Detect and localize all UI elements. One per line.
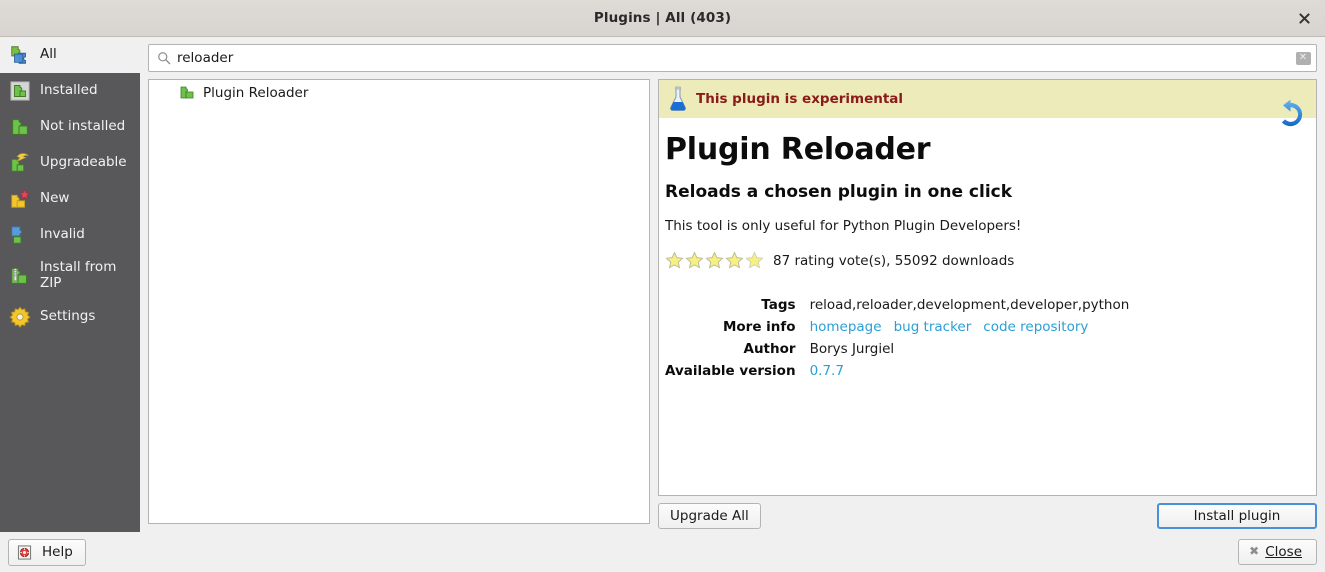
experimental-text: This plugin is experimental bbox=[696, 90, 904, 107]
puzzle-all-icon bbox=[11, 46, 26, 64]
star-icon bbox=[705, 251, 724, 269]
sidebar-item-label: Settings bbox=[40, 307, 96, 324]
star-icon bbox=[745, 251, 764, 269]
sidebar: All Installed Not installed Upgradeable … bbox=[0, 37, 140, 532]
sidebar-item-label: Invalid bbox=[40, 226, 85, 243]
plugins-dialog: Plugins | All (403) All Installed Not in… bbox=[0, 0, 1325, 572]
close-x-icon: ✖ bbox=[1249, 544, 1260, 559]
reload-icon[interactable] bbox=[1275, 99, 1306, 130]
flask-icon bbox=[670, 86, 686, 111]
table-row: Author Borys Jurgiel bbox=[665, 338, 1129, 360]
rating-text: 87 rating vote(s), 55092 downloads bbox=[773, 252, 1015, 269]
plugin-title: Plugin Reloader bbox=[665, 132, 931, 167]
upgrade-all-button[interactable]: Upgrade All bbox=[658, 502, 761, 530]
search-icon bbox=[158, 52, 171, 65]
sidebar-item-label: All bbox=[40, 46, 57, 63]
table-row: Available version 0.7.7 bbox=[665, 360, 1129, 382]
meta-value-author: Borys Jurgiel bbox=[809, 341, 895, 357]
meta-key-tags: Tags bbox=[761, 297, 796, 313]
search-clear-button[interactable]: ✕ bbox=[1290, 45, 1316, 71]
main-area: ✕ Plugin Reloader bbox=[140, 37, 1325, 532]
close-button[interactable]: ✖ Close bbox=[1238, 538, 1317, 566]
sidebar-item-installed[interactable]: Installed bbox=[0, 73, 140, 109]
gear-icon bbox=[9, 306, 31, 328]
sidebar-item-invalid[interactable]: Invalid bbox=[0, 217, 140, 253]
bottom-left: Help bbox=[0, 538, 148, 566]
dialog-body: All Installed Not installed Upgradeable … bbox=[0, 37, 1325, 532]
puzzle-installed-icon bbox=[10, 81, 30, 101]
search-row: ✕ bbox=[148, 44, 1317, 72]
help-button-label: Help bbox=[42, 543, 73, 560]
help-button[interactable]: Help bbox=[8, 538, 86, 566]
detail-content: Plugin Reloader Reloads a chosen plugin … bbox=[659, 118, 1316, 382]
homepage-link[interactable]: homepage bbox=[810, 319, 882, 335]
plugin-list[interactable]: Plugin Reloader bbox=[148, 79, 650, 524]
detail-button-row: Upgrade All Install plugin bbox=[658, 496, 1317, 532]
puzzle-new-icon bbox=[11, 189, 30, 208]
search-input[interactable] bbox=[177, 45, 1290, 71]
detail-column: This plugin is experimental Plugin Reloa… bbox=[658, 79, 1317, 532]
sidebar-item-install-from-zip[interactable]: Install from ZIP bbox=[0, 253, 140, 299]
plugin-description: This tool is only useful for Python Plug… bbox=[665, 218, 1022, 234]
meta-key-more-info: More info bbox=[722, 319, 796, 335]
table-row: Tags reload,reloader,development,develop… bbox=[665, 294, 1129, 316]
sidebar-item-label: Upgradeable bbox=[40, 154, 127, 171]
star-icon bbox=[725, 251, 744, 269]
puzzle-green-icon bbox=[180, 86, 194, 99]
search-field[interactable]: ✕ bbox=[148, 44, 1317, 72]
sidebar-item-label: Not installed bbox=[40, 118, 126, 135]
meta-value-tags: reload,reloader,development,developer,py… bbox=[809, 297, 1130, 313]
bottom-right: ✖ Close bbox=[148, 538, 1317, 566]
bottom-bar: Help ✖ Close bbox=[0, 532, 1325, 572]
sidebar-item-new[interactable]: New bbox=[0, 181, 140, 217]
list-item-label: Plugin Reloader bbox=[203, 85, 309, 101]
help-icon bbox=[17, 544, 32, 560]
bug-tracker-link[interactable]: bug tracker bbox=[894, 319, 972, 335]
sidebar-item-upgradeable[interactable]: Upgradeable bbox=[0, 145, 140, 181]
meta-key-author: Author bbox=[743, 341, 796, 357]
table-row: More info homepage bug tracker code reposi… bbox=[665, 316, 1129, 338]
close-icon bbox=[1298, 12, 1310, 24]
content-split: Plugin Reloader This plugin is experimen bbox=[148, 79, 1317, 532]
window-close-button[interactable] bbox=[1289, 4, 1319, 32]
star-icon bbox=[685, 251, 704, 269]
sidebar-item-label: Installed bbox=[40, 82, 98, 99]
puzzle-not-installed-icon bbox=[12, 119, 28, 135]
code-repository-link[interactable]: code repository bbox=[983, 319, 1088, 335]
puzzle-zip-icon bbox=[11, 268, 27, 284]
meta-key-available-version: Available version bbox=[665, 363, 796, 379]
sidebar-item-label: Install from ZIP bbox=[40, 259, 117, 291]
star-rating[interactable] bbox=[665, 251, 764, 270]
available-version-link[interactable]: 0.7.7 bbox=[810, 363, 844, 379]
install-plugin-button[interactable]: Install plugin bbox=[1157, 502, 1317, 530]
sidebar-item-settings[interactable]: Settings bbox=[0, 299, 140, 335]
star-icon bbox=[665, 251, 684, 269]
sidebar-item-not-installed[interactable]: Not installed bbox=[0, 109, 140, 145]
list-item[interactable]: Plugin Reloader bbox=[149, 80, 649, 106]
rating-row: 87 rating vote(s), 55092 downloads bbox=[665, 251, 1304, 270]
puzzle-upgradeable-icon bbox=[11, 153, 29, 172]
meta-value-more-info: homepage bug tracker code repository bbox=[810, 316, 1130, 338]
sidebar-item-label: New bbox=[40, 190, 70, 207]
plugin-detail-panel: This plugin is experimental Plugin Reloa… bbox=[658, 79, 1317, 496]
plugin-metadata-table: Tags reload,reloader,development,develop… bbox=[665, 294, 1129, 382]
plugin-about: Reloads a chosen plugin in one click bbox=[665, 182, 1013, 202]
meta-value-available-version: 0.7.7 bbox=[810, 360, 1130, 382]
clear-icon: ✕ bbox=[1295, 51, 1311, 65]
experimental-banner: This plugin is experimental bbox=[659, 80, 1316, 118]
reload-arrow-icon bbox=[1281, 99, 1303, 127]
puzzle-invalid-icon bbox=[11, 226, 23, 244]
window-title: Plugins | All (403) bbox=[593, 10, 732, 26]
sidebar-item-all[interactable]: All bbox=[0, 37, 140, 73]
close-button-label: Close bbox=[1265, 543, 1302, 560]
title-bar: Plugins | All (403) bbox=[0, 0, 1325, 37]
